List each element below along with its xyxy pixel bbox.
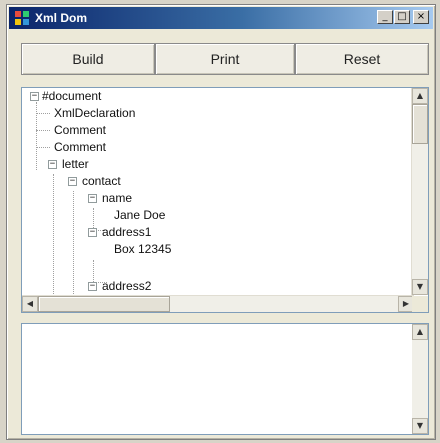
tree-connector [53, 174, 54, 298]
tree-node[interactable]: − address2 [84, 278, 384, 295]
tree-vertical-scrollbar[interactable]: ▲ ▼ [411, 88, 428, 295]
right-arrow-icon: ▶ [402, 299, 410, 308]
tree-node-label: letter [62, 157, 89, 171]
reset-button[interactable]: Reset [295, 43, 429, 75]
down-arrow-icon: ▼ [416, 421, 424, 430]
tree-connector [73, 191, 74, 298]
tree-node[interactable]: Box 12345 [108, 241, 408, 258]
scroll-left-button[interactable]: ◀ [22, 296, 38, 312]
scroll-down-button[interactable]: ▼ [412, 418, 428, 434]
scroll-up-button[interactable]: ▲ [412, 88, 428, 104]
minimize-button[interactable]: _ [377, 10, 393, 24]
collapse-toggle-icon[interactable]: − [88, 194, 97, 203]
maximize-button[interactable]: □ [394, 10, 410, 24]
tree-connector [36, 130, 50, 131]
tree-node[interactable]: − #document [26, 88, 326, 105]
scroll-thumb[interactable] [412, 104, 428, 144]
tree-node-label: Comment [54, 140, 107, 154]
collapse-toggle-icon[interactable]: − [68, 177, 77, 186]
main-window: Xml Dom _ □ × Build Print Reset − #docum… [6, 4, 436, 440]
tree-horizontal-scrollbar[interactable]: ◀ ▶ [22, 295, 414, 312]
tree-node[interactable]: − address1 [84, 224, 384, 241]
collapse-toggle-icon[interactable]: − [88, 282, 97, 291]
print-button[interactable]: Print [155, 43, 295, 75]
tree-node-label: Jane Doe [114, 208, 166, 222]
tree-node-label: Comment [54, 123, 107, 137]
tree-node-label: address2 [102, 279, 152, 293]
app-icon [15, 11, 29, 25]
tree-node[interactable]: − name [84, 190, 384, 207]
tree-connector [36, 147, 50, 148]
window-title: Xml Dom [35, 11, 88, 25]
scroll-down-button[interactable]: ▼ [412, 279, 428, 295]
tree-connector [36, 113, 50, 114]
tree-node[interactable]: − letter [44, 156, 344, 173]
build-button[interactable]: Build [21, 43, 155, 75]
tree-node-label: #document [42, 89, 102, 103]
dom-tree-view[interactable]: − #document XmlDeclaration Comment Comme… [21, 87, 429, 313]
tree-node-label: Box 12345 [114, 242, 172, 256]
title-bar[interactable]: Xml Dom _ □ × [9, 7, 433, 29]
scroll-thumb[interactable] [38, 296, 170, 312]
tree-node[interactable]: Jane Doe [108, 207, 408, 224]
close-button[interactable]: × [413, 10, 429, 24]
scrollbar-corner [412, 296, 428, 312]
tree-node[interactable]: Comment [50, 122, 350, 139]
collapse-toggle-icon[interactable]: − [88, 228, 97, 237]
collapse-toggle-icon[interactable]: − [30, 92, 39, 101]
output-vertical-scrollbar[interactable]: ▲ ▼ [412, 324, 428, 434]
tree-node-label: name [102, 191, 133, 205]
down-arrow-icon: ▼ [416, 282, 424, 291]
tree-node[interactable]: XmlDeclaration [50, 105, 350, 122]
tree-node-label: address1 [102, 225, 152, 239]
up-arrow-icon: ▲ [416, 327, 424, 336]
tree-node-label: XmlDeclaration [54, 106, 136, 120]
tree-node-label: contact [82, 174, 121, 188]
collapse-toggle-icon[interactable]: − [48, 160, 57, 169]
up-arrow-icon: ▲ [416, 91, 424, 100]
left-arrow-icon: ◀ [26, 299, 34, 308]
scroll-up-button[interactable]: ▲ [412, 324, 428, 340]
tree-node[interactable]: Comment [50, 139, 350, 156]
tree-node[interactable]: − contact [64, 173, 364, 190]
output-text-area[interactable]: ▲ ▼ [21, 323, 429, 435]
